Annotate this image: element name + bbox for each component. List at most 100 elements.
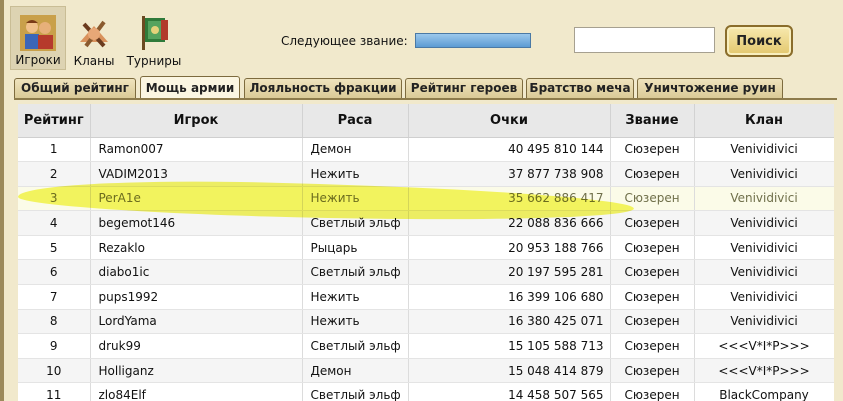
tab-divider xyxy=(14,98,837,100)
points-cell: 22 088 836 666 xyxy=(408,210,611,236)
title-cell: Сюзерен xyxy=(610,137,695,163)
player-name-cell[interactable]: Holliganz xyxy=(90,358,303,384)
clan-name-cell[interactable]: Venividivici xyxy=(694,137,834,163)
title-cell: Сюзерен xyxy=(610,210,695,236)
table-row: 4 begemot146 Светлый эльф 22 088 836 666 Сюз… xyxy=(18,210,834,236)
points-cell: 37 877 738 908 xyxy=(408,161,611,187)
table-row: 7 pups1992 Нежить 16 399 106 680 Сюзерен Veni… xyxy=(18,284,834,310)
search-button[interactable]: Поиск xyxy=(725,25,793,57)
race-cell: Нежить xyxy=(302,186,409,212)
column-header-points[interactable]: Очки xyxy=(408,104,611,138)
clan-name-cell[interactable]: Venividivici xyxy=(694,235,834,261)
points-cell: 14 458 507 565 xyxy=(408,382,611,401)
clan-name-cell[interactable]: <<<V*I*P>>> xyxy=(694,333,834,359)
next-rank-label: Следующее звание: xyxy=(281,34,408,48)
player-name-cell[interactable]: Rezaklo xyxy=(90,235,303,261)
title-cell: Сюзерен xyxy=(610,382,695,401)
tab-faction-loyalty[interactable]: Лояльность фракции xyxy=(244,78,402,99)
rank-cell: 2 xyxy=(18,161,91,187)
points-cell: 16 399 106 680 xyxy=(408,284,611,310)
rank-cell: 3 xyxy=(18,186,91,212)
race-cell: Нежить xyxy=(302,284,409,310)
clan-name-cell[interactable]: <<<V*I*P>>> xyxy=(694,358,834,384)
player-name-cell[interactable]: VADIM2013 xyxy=(90,161,303,187)
nav-players[interactable]: Игроки xyxy=(10,6,66,70)
points-cell: 16 380 425 071 xyxy=(408,309,611,335)
rank-cell: 5 xyxy=(18,235,91,261)
search-input[interactable] xyxy=(574,27,715,53)
title-cell: Сюзерен xyxy=(610,284,695,310)
player-name-cell[interactable]: druk99 xyxy=(90,333,303,359)
table-row: 9 druk99 Светлый эльф 15 105 588 713 Сюзерен… xyxy=(18,333,834,359)
clan-name-cell[interactable]: Venividivici xyxy=(694,210,834,236)
clan-name-cell[interactable]: Venividivici xyxy=(694,186,834,212)
tournaments-icon xyxy=(142,16,168,50)
next-rank-progress-bar xyxy=(415,33,531,48)
rating-table-container: Рейтинг Игрок Раса Очки Звание Клан 1 Ram… xyxy=(18,104,834,401)
race-cell: Светлый эльф xyxy=(302,210,409,236)
title-cell: Сюзерен xyxy=(610,358,695,384)
player-name-cell[interactable]: begemot146 xyxy=(90,210,303,236)
points-cell: 20 953 188 766 xyxy=(408,235,611,261)
player-name-cell[interactable]: diabo1ic xyxy=(90,259,303,286)
table-row: 1 Ramon007 Демон 40 495 810 144 Сюзерен Veniv… xyxy=(18,137,834,163)
nav-players-label: Игроки xyxy=(15,53,61,67)
player-name-cell[interactable]: Ramon007 xyxy=(90,137,303,163)
race-cell: Светлый эльф xyxy=(302,259,409,286)
column-header-rank[interactable]: Рейтинг xyxy=(18,104,91,138)
table-row: 11 zlo84Elf Светлый эльф 14 458 507 565 Сюзе… xyxy=(18,382,834,401)
player-name-cell[interactable]: zlo84Elf xyxy=(90,382,303,401)
nav-clans[interactable]: Кланы xyxy=(70,6,118,70)
title-cell: Сюзерен xyxy=(610,186,695,212)
ratings-panel: Игроки Кланы Турниры Следующее звание: П xyxy=(0,0,843,401)
tab-hero-rating[interactable]: Рейтинг героев xyxy=(405,78,523,99)
tab-general-rating[interactable]: Общий рейтинг xyxy=(14,78,136,99)
table-row: 5 Rezaklo Рыцарь 20 953 188 766 Сюзерен Veniv… xyxy=(18,235,834,261)
points-cell: 20 197 595 281 xyxy=(408,259,611,286)
clan-name-cell[interactable]: Venividivici xyxy=(694,161,834,187)
race-cell: Рыцарь xyxy=(302,235,409,261)
rank-cell: 9 xyxy=(18,333,91,359)
table-row: 10 Holliganz Демон 15 048 414 879 Сюзерен <<<… xyxy=(18,358,834,384)
table-header-row: Рейтинг Игрок Раса Очки Звание Клан xyxy=(18,104,834,138)
rank-cell: 7 xyxy=(18,284,91,310)
column-header-race[interactable]: Раса xyxy=(302,104,409,138)
rank-cell: 8 xyxy=(18,309,91,335)
title-cell: Сюзерен xyxy=(610,235,695,261)
player-name-cell[interactable]: pups1992 xyxy=(90,284,303,310)
title-cell: Сюзерен xyxy=(610,309,695,335)
clan-name-cell[interactable]: Venividivici xyxy=(694,284,834,310)
clan-name-cell[interactable]: Venividivici xyxy=(694,259,834,286)
column-header-player[interactable]: Игрок xyxy=(90,104,303,138)
nav-tournaments[interactable]: Турниры xyxy=(122,6,186,70)
clan-name-cell[interactable]: BlackCompany xyxy=(694,382,834,401)
rank-cell: 6 xyxy=(18,259,91,286)
table-row: 2 VADIM2013 Нежить 37 877 738 908 Сюзерен Ven… xyxy=(18,161,834,187)
player-name-cell[interactable]: LordYama xyxy=(90,309,303,335)
title-cell: Сюзерен xyxy=(610,333,695,359)
rating-table: Рейтинг Игрок Раса Очки Звание Клан 1 Ram… xyxy=(18,104,834,401)
tab-brotherhood-of-sword[interactable]: Братство меча xyxy=(526,78,634,99)
nav-tournaments-label: Турниры xyxy=(126,54,182,68)
race-cell: Светлый эльф xyxy=(302,382,409,401)
rating-tabs: Общий рейтинг Мощь армии Лояльность фрак… xyxy=(14,76,834,99)
table-row: 6 diabo1ic Светлый эльф 20 197 595 281 Сюзер… xyxy=(18,259,834,286)
race-cell: Нежить xyxy=(302,161,409,187)
column-header-title[interactable]: Звание xyxy=(610,104,695,138)
player-name-cell[interactable]: PerA1e xyxy=(90,186,303,212)
clans-icon xyxy=(80,20,108,48)
column-header-clan[interactable]: Клан xyxy=(694,104,834,138)
tab-army-power[interactable]: Мощь армии xyxy=(140,76,240,99)
players-icon xyxy=(20,15,56,51)
rank-cell: 11 xyxy=(18,382,91,401)
rank-cell: 10 xyxy=(18,358,91,384)
table-row: 3 PerA1e Нежить 35 662 886 417 Сюзерен Venivi… xyxy=(18,186,834,212)
rank-cell: 1 xyxy=(18,137,91,163)
nav-clans-label: Кланы xyxy=(73,54,115,68)
clan-name-cell[interactable]: Venividivici xyxy=(694,309,834,335)
title-cell: Сюзерен xyxy=(610,161,695,187)
points-cell: 35 662 886 417 xyxy=(408,186,611,212)
tab-ruins-destruction[interactable]: Уничтожение руин xyxy=(637,78,783,99)
race-cell: Светлый эльф xyxy=(302,333,409,359)
rank-cell: 4 xyxy=(18,210,91,236)
